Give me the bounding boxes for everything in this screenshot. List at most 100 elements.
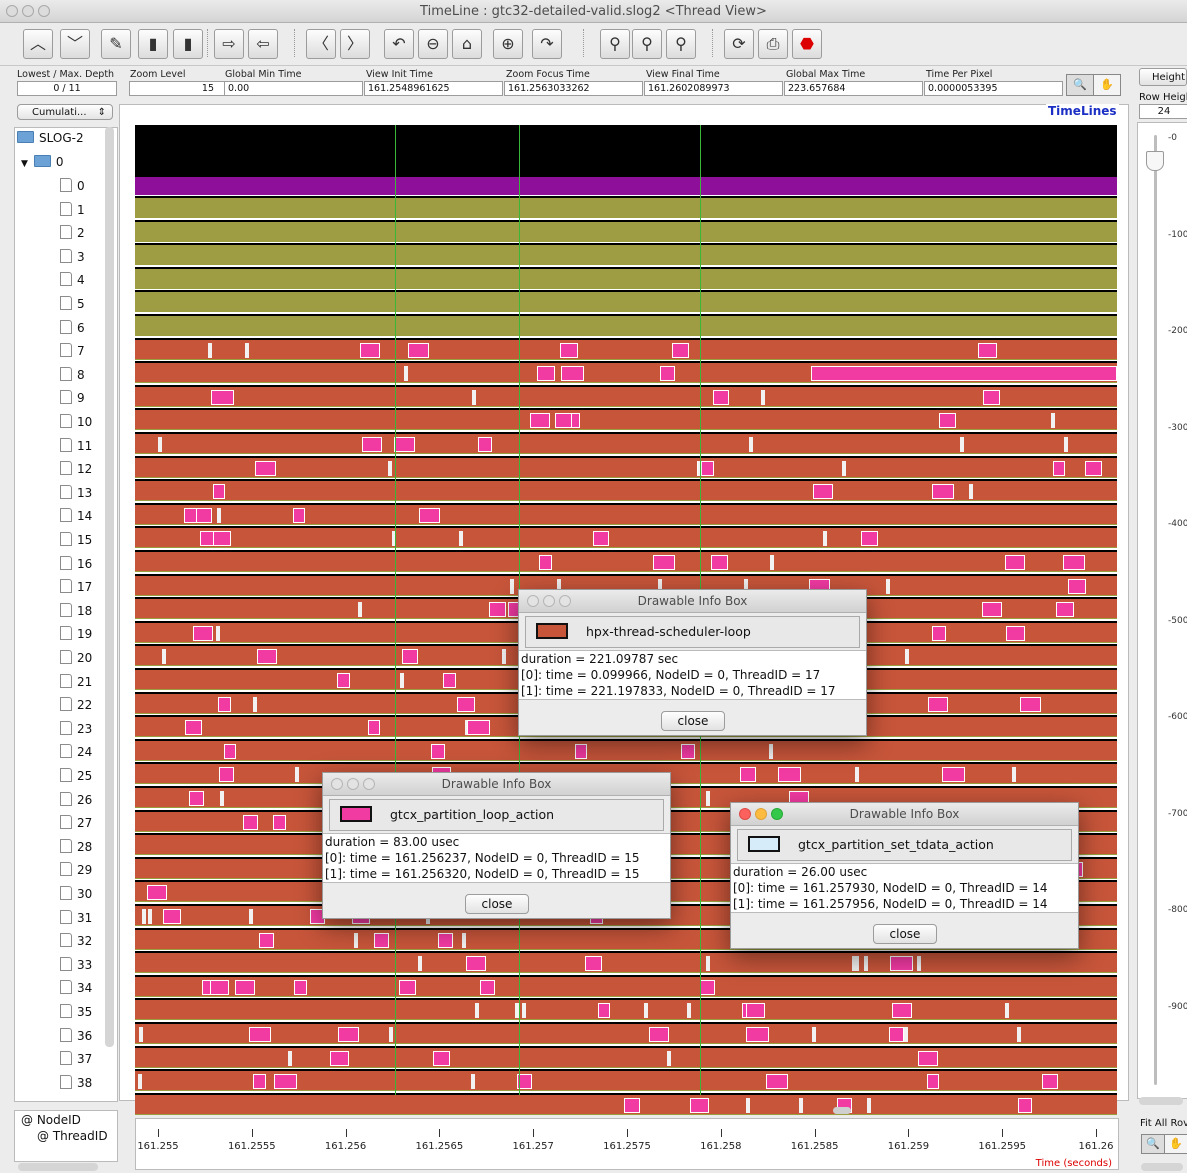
event-tick[interactable] — [1051, 413, 1055, 429]
tree-thread-item[interactable]: 29 — [60, 860, 92, 880]
event-tick[interactable] — [245, 342, 249, 358]
timeline-row[interactable] — [135, 408, 1117, 431]
tree-thread-item[interactable]: 21 — [60, 672, 92, 692]
tree-node-0[interactable]: ▼ 0 — [21, 152, 64, 172]
tree-thread-item[interactable]: 20 — [60, 648, 92, 668]
view-init-value[interactable]: 161.2548961625 — [364, 81, 503, 96]
event-marker[interactable] — [660, 366, 675, 382]
event-marker[interactable] — [1053, 460, 1065, 476]
event-marker[interactable] — [368, 720, 380, 736]
event-tick[interactable] — [139, 1027, 143, 1042]
undo-zoom-icon[interactable]: ↶ — [384, 29, 414, 59]
event-marker[interactable] — [918, 1050, 938, 1066]
tree-thread-item[interactable]: 6 — [60, 318, 85, 338]
tree-thread-item[interactable]: 12 — [60, 459, 92, 479]
event-marker[interactable] — [890, 956, 913, 972]
event-marker[interactable] — [253, 1074, 266, 1090]
event-tick[interactable] — [253, 696, 257, 712]
event-tick[interactable] — [761, 389, 765, 405]
event-marker[interactable] — [431, 743, 445, 759]
event-tick[interactable] — [354, 932, 358, 948]
event-marker[interactable] — [466, 956, 486, 972]
timeline-row[interactable] — [135, 550, 1117, 572]
scroll-left-icon[interactable]: 〈 — [306, 29, 336, 59]
timeline-row[interactable] — [135, 1092, 1117, 1115]
down-icon[interactable]: ﹀ — [60, 29, 90, 59]
event-marker[interactable] — [257, 649, 277, 665]
search-forward-icon[interactable]: ⚲ — [666, 29, 696, 59]
event-marker[interactable] — [163, 909, 181, 924]
event-tick[interactable] — [706, 956, 710, 972]
timeline-top-state[interactable] — [135, 125, 1117, 175]
event-tick[interactable] — [388, 460, 392, 476]
tree-thread-item[interactable]: 30 — [60, 884, 92, 904]
event-tick[interactable] — [217, 507, 221, 523]
timeline-row[interactable] — [135, 243, 1117, 266]
timeline-row[interactable] — [135, 738, 1117, 761]
event-marker[interactable] — [813, 484, 833, 500]
timeline-row[interactable] — [135, 290, 1117, 313]
zoom-mode-icon[interactable]: 🔍 — [1066, 74, 1094, 96]
event-marker[interactable] — [746, 1027, 769, 1042]
search-backward-icon[interactable]: ⚲ — [600, 29, 630, 59]
event-marker[interactable] — [624, 1097, 640, 1113]
tree-scrollbar[interactable] — [105, 127, 114, 1047]
event-tick[interactable] — [706, 791, 710, 806]
tree-thread-item[interactable]: 18 — [60, 601, 92, 621]
tree-thread-item[interactable]: 10 — [60, 412, 92, 432]
canvas-splitter-handle[interactable] — [833, 1107, 851, 1114]
event-marker[interactable] — [537, 366, 555, 382]
timeline-row[interactable] — [135, 361, 1117, 384]
event-marker[interactable] — [700, 979, 715, 995]
event-marker[interactable] — [593, 531, 609, 547]
event-marker[interactable] — [408, 342, 429, 358]
tree-thread-item[interactable]: 8 — [60, 365, 85, 385]
tree-root[interactable]: SLOG-2 — [17, 128, 84, 148]
event-tick[interactable] — [867, 1097, 871, 1113]
time-per-pixel-value[interactable]: 0.0000053395 — [924, 81, 1063, 96]
event-marker[interactable] — [892, 1003, 912, 1019]
event-marker[interactable] — [575, 743, 587, 759]
dialog-title-bar[interactable]: Drawable Info Box — [519, 590, 866, 613]
close-button[interactable]: close — [465, 894, 529, 914]
tree-thread-item[interactable]: 28 — [60, 837, 92, 857]
event-marker[interactable] — [294, 979, 307, 995]
tree-thread-item[interactable]: 38 — [60, 1073, 92, 1093]
timeline-row[interactable] — [135, 266, 1117, 289]
zoom-in-icon[interactable]: ⊕ — [493, 29, 523, 59]
tree-thread-item[interactable]: 1 — [60, 200, 85, 220]
event-marker[interactable] — [224, 743, 236, 759]
event-marker[interactable] — [255, 460, 276, 476]
event-marker[interactable] — [983, 389, 1000, 405]
event-marker[interactable] — [402, 649, 418, 665]
tree-thread-item[interactable]: 4 — [60, 270, 85, 290]
event-tick[interactable] — [769, 743, 773, 759]
event-marker[interactable] — [249, 1027, 271, 1042]
event-marker[interactable] — [927, 1074, 939, 1090]
tree-thread-item[interactable]: 5 — [60, 294, 85, 314]
event-marker[interactable] — [766, 1074, 788, 1090]
event-tick[interactable] — [770, 555, 774, 570]
timeline-row[interactable] — [135, 526, 1117, 549]
tree-thread-item[interactable]: 2 — [60, 223, 85, 243]
event-marker[interactable] — [433, 1050, 450, 1066]
event-marker[interactable] — [928, 696, 948, 712]
event-marker[interactable] — [200, 531, 214, 547]
event-marker[interactable] — [982, 602, 1002, 618]
event-tick[interactable] — [295, 767, 299, 783]
event-tick[interactable] — [1005, 1003, 1009, 1019]
tree-thread-item[interactable]: 23 — [60, 719, 92, 739]
fit-scrollbar[interactable] — [1141, 1163, 1183, 1171]
event-tick[interactable] — [400, 673, 404, 688]
event-tick[interactable] — [471, 1074, 475, 1090]
event-marker[interactable] — [1085, 460, 1102, 476]
event-tick[interactable] — [886, 578, 890, 594]
event-marker[interactable] — [1005, 555, 1025, 570]
tree-thread-item[interactable]: 11 — [60, 436, 92, 456]
global-min-value[interactable]: 0.00 — [224, 81, 363, 96]
event-marker[interactable] — [374, 932, 389, 948]
event-marker[interactable] — [653, 555, 675, 570]
timeline-row[interactable] — [135, 196, 1117, 218]
event-tick[interactable] — [1064, 437, 1068, 452]
scroll-right-icon[interactable]: 〉 — [340, 29, 370, 59]
